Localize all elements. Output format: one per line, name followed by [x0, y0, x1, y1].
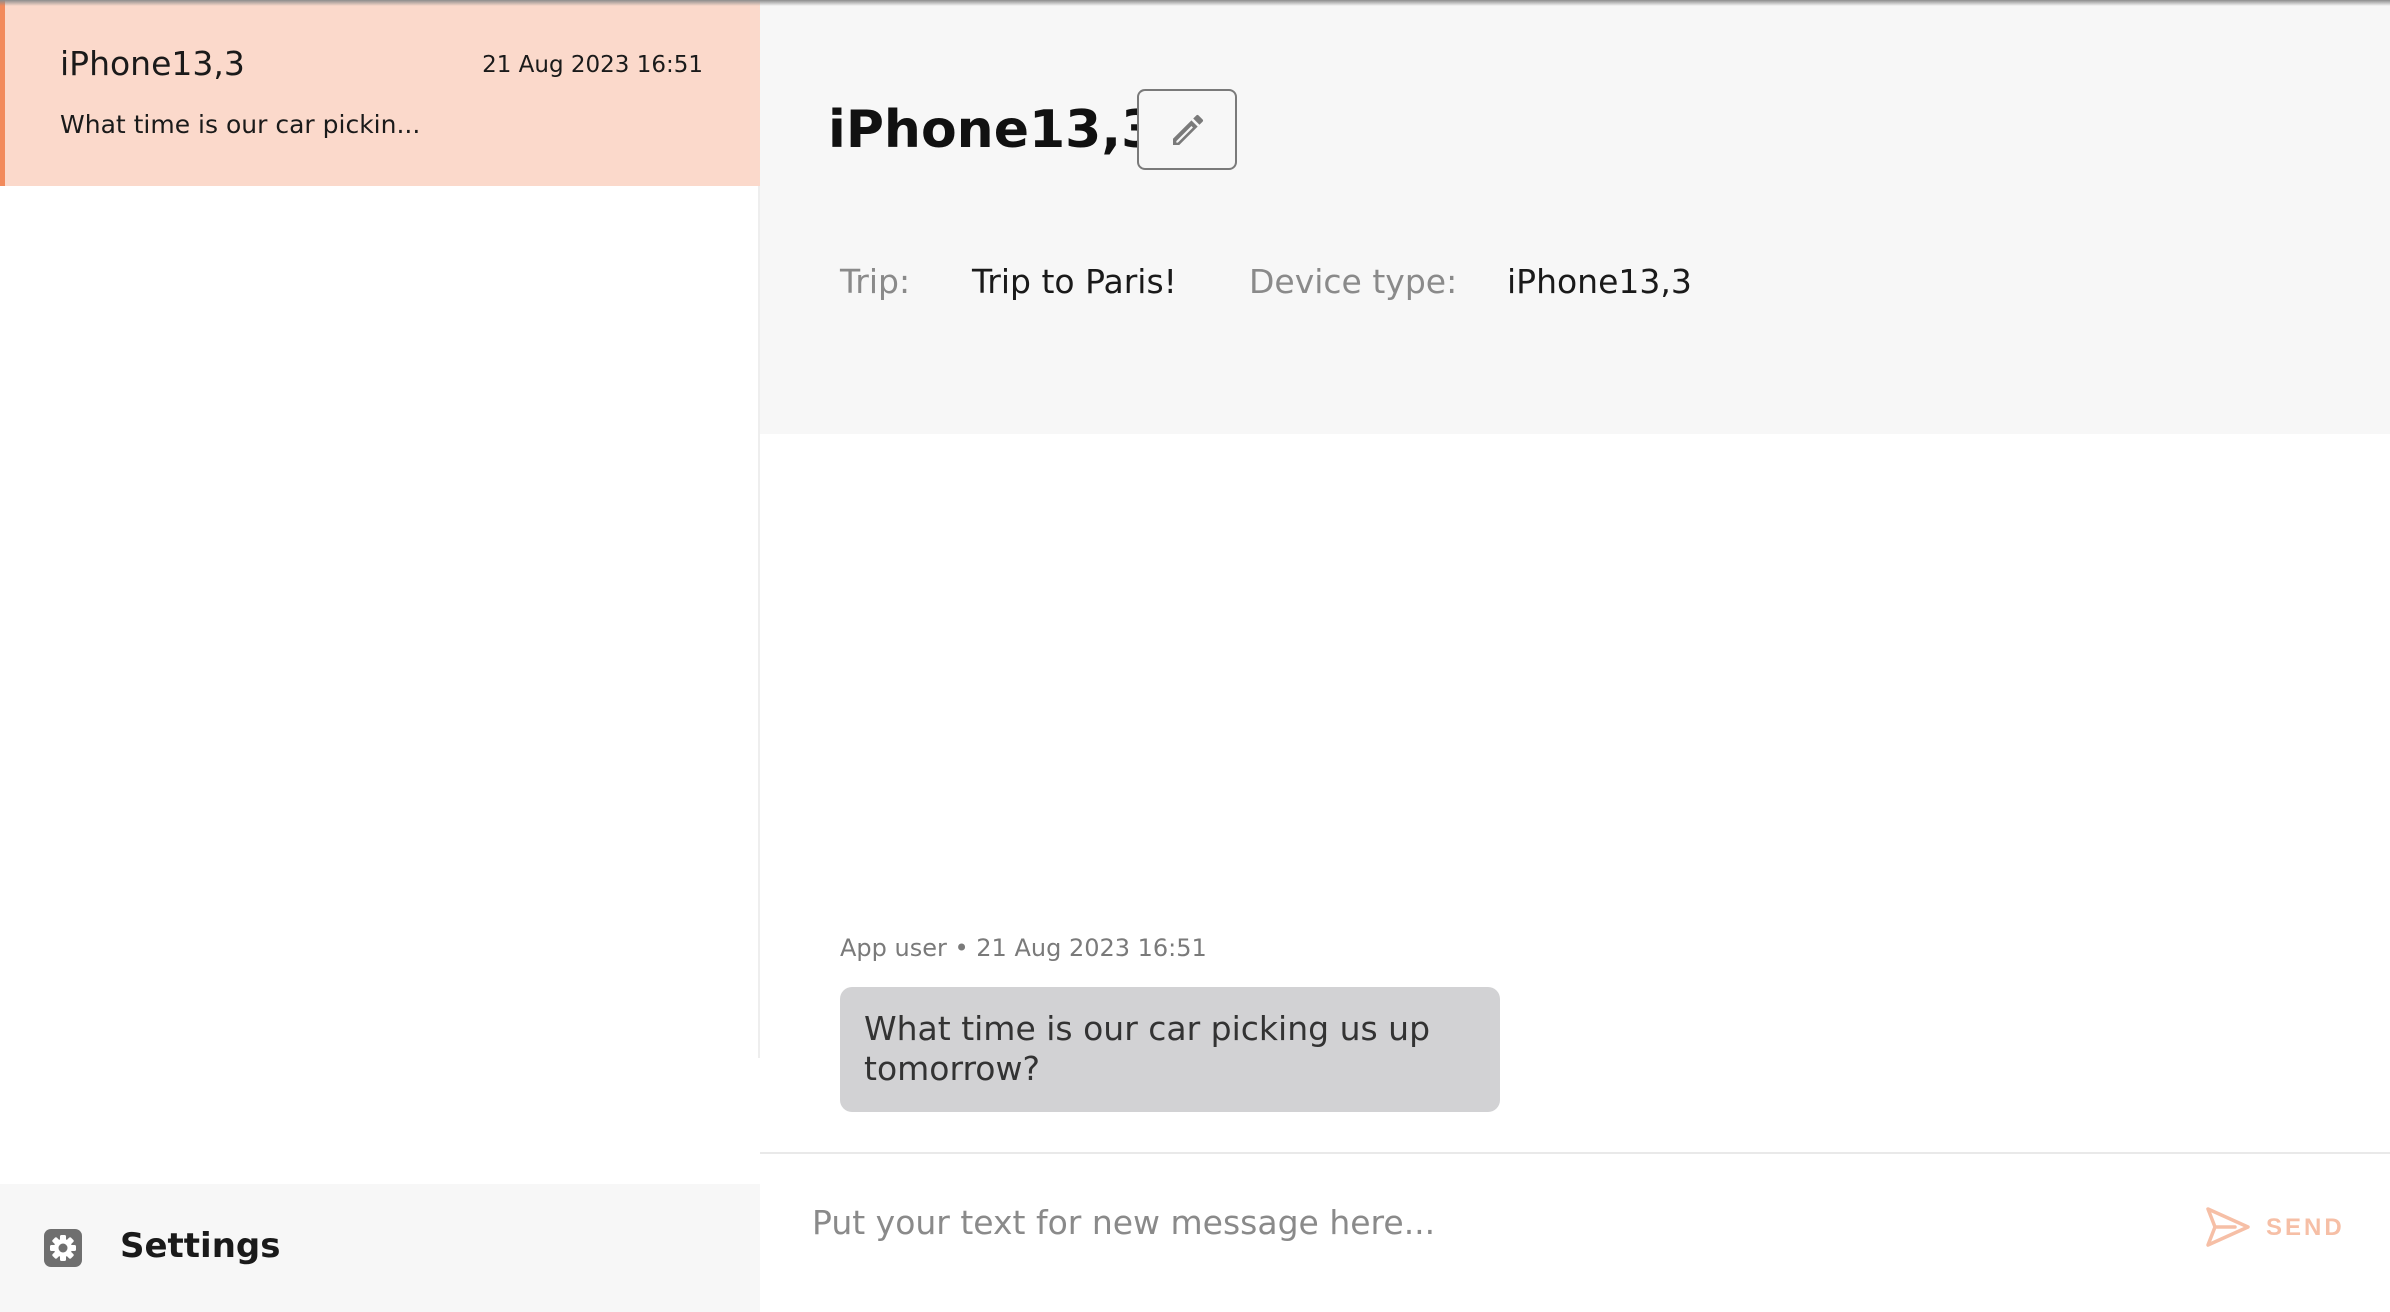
pencil-icon [1173, 114, 1204, 145]
message-meta: App user • 21 Aug 2023 16:51 [840, 934, 1207, 962]
conversation-date: 21 Aug 2023 16:51 [482, 52, 703, 78]
gear-icon[interactable] [44, 1229, 82, 1267]
message-input[interactable] [812, 1196, 2162, 1248]
selected-accent-bar [0, 0, 5, 186]
settings-label[interactable]: Settings [120, 1226, 281, 1266]
conversation-sidebar [0, 0, 760, 1312]
device-type-value: iPhone13,3 [1507, 262, 1692, 301]
edit-button[interactable] [1137, 89, 1237, 170]
top-shadow [0, 0, 2390, 6]
conversation-item[interactable]: iPhone13,3 21 Aug 2023 16:51 What time i… [0, 0, 760, 186]
chat-header [760, 0, 2390, 434]
trip-label: Trip: [840, 262, 911, 301]
chat-title: iPhone13,3 [828, 100, 1158, 160]
trip-value: Trip to Paris! [972, 262, 1177, 301]
send-button[interactable]: SEND [2196, 1202, 2346, 1252]
send-label: SEND [2266, 1214, 2345, 1241]
composer-divider [760, 1152, 2390, 1154]
message-bubble: What time is our car picking us up tomor… [840, 987, 1500, 1112]
device-type-label: Device type: [1249, 262, 1458, 301]
send-icon [2206, 1207, 2250, 1247]
settings-button[interactable] [0, 1184, 760, 1312]
conversation-preview: What time is our car pickin... [60, 110, 421, 139]
conversation-name: iPhone13,3 [60, 44, 245, 83]
